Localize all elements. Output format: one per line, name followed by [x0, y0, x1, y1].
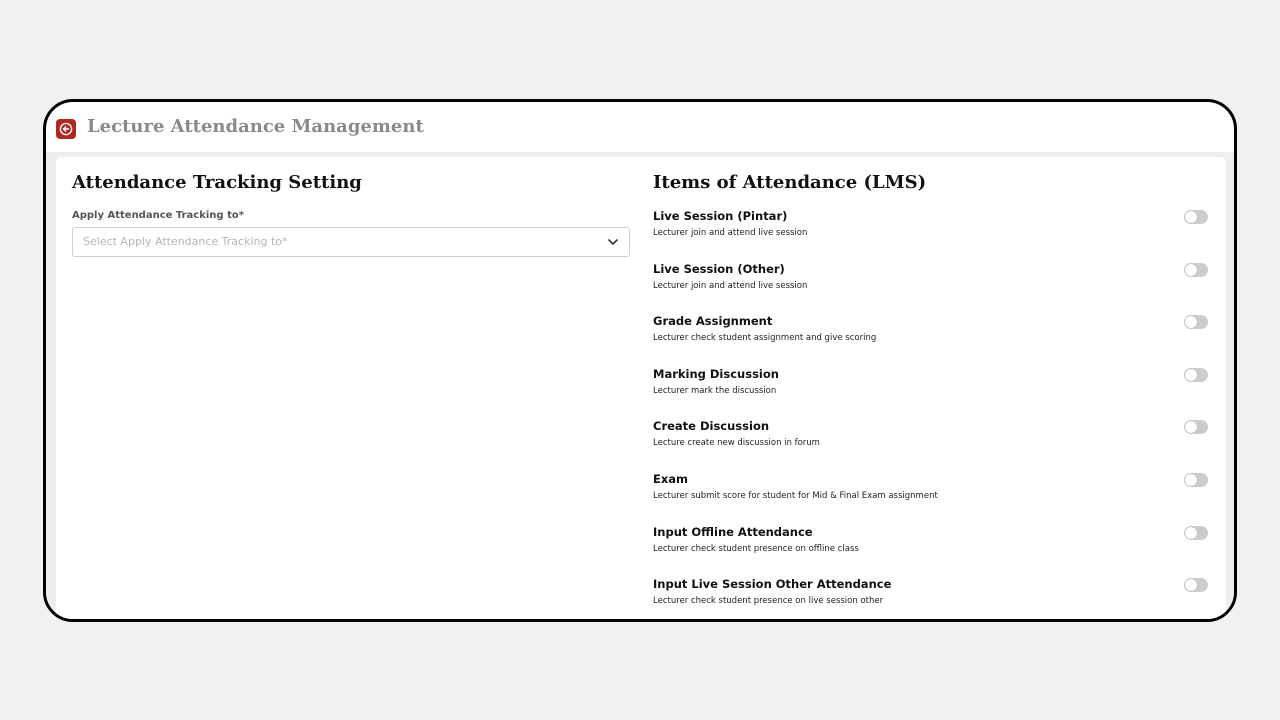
list-item: Input Live Session Other Attendance Lect… — [653, 577, 1208, 619]
item-description: Lecturer join and attend live session — [653, 280, 808, 291]
apply-tracking-placeholder: Select Apply Attendance Tracking to* — [83, 235, 288, 248]
toggle-knob — [1185, 263, 1197, 276]
apply-tracking-select[interactable]: Select Apply Attendance Tracking to* — [72, 227, 630, 257]
list-item: Input Offline Attendance Lecturer check … — [653, 525, 1208, 578]
page-title: Lecture Attendance Management — [87, 116, 424, 137]
toggle-switch[interactable] — [1184, 367, 1208, 382]
toggle-knob — [1185, 211, 1197, 223]
arrow-left-icon — [59, 122, 73, 136]
item-description: Lecturer join and attend live session — [653, 228, 808, 238]
toggle-knob — [1185, 316, 1197, 329]
attendance-items-list: Live Session (Pintar) Lecturer join and … — [653, 209, 1208, 619]
toggle-switch[interactable] — [1184, 315, 1208, 330]
toggle-switch[interactable] — [1184, 262, 1208, 277]
settings-card: Attendance Tracking Setting Apply Attend… — [56, 157, 1226, 619]
item-title: Live Session (Pintar) — [653, 209, 788, 223]
toggle-switch[interactable] — [1184, 210, 1208, 224]
item-title: Input Live Session Other Attendance — [653, 577, 892, 592]
items-of-attendance-title: Items of Attendance (LMS) — [653, 172, 927, 193]
apply-tracking-label: Apply Attendance Tracking to* — [72, 210, 244, 221]
attendance-tracking-setting-title: Attendance Tracking Setting — [72, 172, 362, 193]
list-item: Exam Lecturer submit score for student f… — [653, 472, 1208, 525]
list-item: Marking Discussion Lecturer mark the dis… — [653, 367, 1208, 420]
item-description: Lecturer check student presence on live … — [653, 596, 884, 607]
item-title: Input Offline Attendance — [653, 524, 813, 539]
toggle-knob — [1185, 526, 1197, 539]
back-button[interactable] — [56, 119, 76, 139]
toggle-knob — [1185, 368, 1197, 381]
item-description: Lecturer mark the discussion — [653, 385, 777, 396]
list-item: Live Session (Pintar) Lecturer join and … — [653, 209, 1208, 262]
chevron-down-icon — [608, 239, 618, 245]
list-item: Live Session (Other) Lecturer join and a… — [653, 262, 1208, 315]
item-title: Grade Assignment — [653, 314, 773, 329]
item-description: Lecturer submit score for student for Mi… — [653, 490, 938, 501]
toggle-knob — [1185, 473, 1197, 486]
toggle-knob — [1185, 421, 1197, 434]
toggle-switch[interactable] — [1184, 578, 1208, 593]
list-item: Create Discussion Lecture create new dis… — [653, 419, 1208, 472]
toggle-switch[interactable] — [1184, 420, 1208, 435]
item-title: Live Session (Other) — [653, 261, 785, 276]
item-description: Lecturer check student assignment and gi… — [653, 333, 877, 344]
item-title: Exam — [653, 471, 689, 486]
item-description: Lecture create new discussion in forum — [653, 438, 820, 449]
app-frame: Lecture Attendance Management Attendance… — [43, 99, 1237, 622]
item-title: Create Discussion — [653, 419, 770, 434]
toggle-switch[interactable] — [1184, 525, 1208, 540]
item-description: Lecturer check student presence on offli… — [653, 543, 859, 554]
toggle-knob — [1185, 579, 1197, 592]
item-title: Marking Discussion — [653, 366, 779, 381]
page-header: Lecture Attendance Management — [46, 102, 1234, 152]
list-item: Grade Assignment Lecturer check student … — [653, 314, 1208, 367]
toggle-switch[interactable] — [1184, 472, 1208, 487]
